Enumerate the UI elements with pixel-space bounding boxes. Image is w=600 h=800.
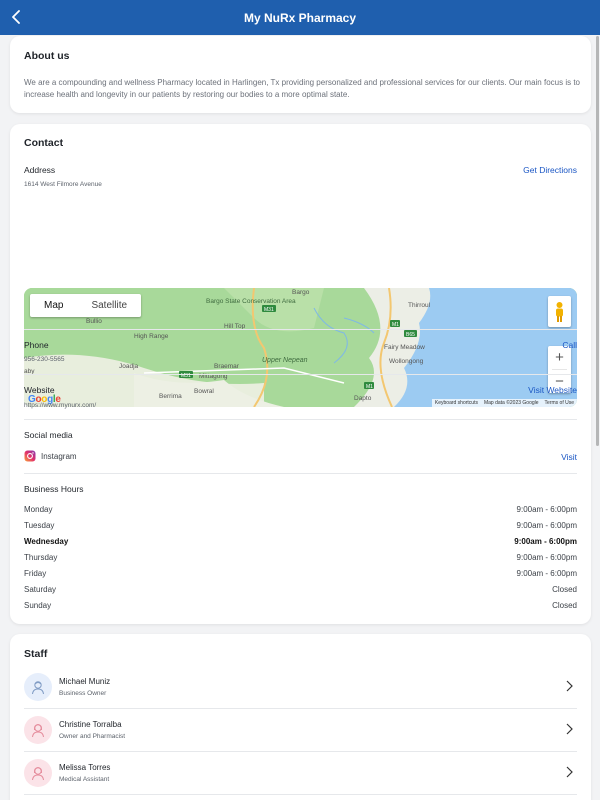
scrollbar-thumb[interactable] [596, 36, 599, 446]
map-place-label: Bargo [292, 289, 310, 296]
map-road-label: M31 [264, 307, 274, 313]
map-place-label: Dapto [354, 395, 372, 402]
map-place-label: Bullio [86, 318, 102, 325]
chevron-right-icon [566, 723, 573, 735]
hours-time: Closed [552, 601, 577, 610]
staff-name: Christine Torralba [59, 720, 122, 729]
contact-card: Contact Address Get Directions 1614 West… [10, 124, 591, 624]
map-type-toggle: Map Satellite [30, 294, 142, 317]
map-place-label: Bowral [194, 388, 214, 395]
hours-day-today: Wednesday [24, 537, 69, 546]
instagram-icon [24, 450, 36, 462]
about-card: About us We are a compounding and wellne… [10, 36, 591, 113]
staff-member-item[interactable]: Michael Muniz Business Owner [24, 668, 577, 710]
staff-name: Melissa Torres [59, 763, 111, 772]
staff-name: Michael Muniz [59, 677, 111, 686]
divider [24, 794, 577, 795]
address-label: Address [24, 165, 56, 175]
map-attribution: Keyboard shortcuts Map data ©2023 Google… [431, 399, 577, 407]
map-place-label: Joadja [119, 363, 139, 370]
back-button[interactable] [6, 7, 26, 27]
location-map[interactable]: Bargo State Conservation Area Bargo Thir… [24, 288, 577, 407]
call-link[interactable]: Call [562, 340, 577, 350]
keyboard-shortcuts-link[interactable]: Keyboard shortcuts [435, 400, 478, 406]
map-road-label: B65 [406, 332, 415, 338]
address-value: 1614 West Filmore Avenue [24, 181, 102, 188]
get-directions-link[interactable]: Get Directions [523, 165, 577, 175]
hours-day: Monday [24, 505, 53, 514]
avatar [24, 673, 52, 701]
map-tab-satellite[interactable]: Satellite [77, 294, 141, 317]
divider [24, 751, 577, 752]
map-road-label: M1 [392, 322, 399, 328]
staff-card: Staff Michael Muniz Business Owner Chris… [10, 634, 591, 800]
map-place-label: Braemar [214, 363, 240, 370]
staff-title: Staff [24, 648, 48, 660]
divider [24, 708, 577, 709]
female-user-icon [32, 723, 44, 738]
phone-label: Phone [24, 340, 49, 350]
staff-member-item[interactable]: Christine Torralba Owner and Pharmacist [24, 711, 577, 753]
hours-time: 9:00am - 6:00pm [516, 569, 577, 578]
instagram-label: Instagram [41, 451, 77, 461]
divider [24, 473, 577, 474]
chevron-right-icon [566, 766, 573, 778]
map-place-label: Fairy Meadow [384, 344, 425, 351]
about-title: About us [24, 50, 70, 62]
female-user-icon [32, 766, 44, 781]
chevron-right-icon [566, 680, 573, 692]
business-hours-label: Business Hours [24, 484, 84, 494]
hours-day: Friday [24, 569, 47, 578]
terms-link[interactable]: Terms of Use [545, 400, 574, 406]
map-data-text: Map data ©2023 Google [483, 400, 539, 406]
pegman-icon [556, 302, 563, 322]
about-text: We are a compounding and wellness Pharma… [24, 78, 580, 99]
hours-day: Thursday [24, 553, 58, 562]
website-value: https://www.mynurx.com/ [24, 402, 97, 409]
map-road-label: M1 [366, 384, 373, 390]
visit-instagram-link[interactable]: Visit [561, 452, 577, 462]
divider [24, 374, 577, 375]
hours-time: 9:00am - 6:00pm [516, 553, 577, 562]
staff-member-item[interactable]: Melissa Torres Medical Assistant [24, 754, 577, 796]
divider [24, 419, 577, 420]
map-place-label: Berrima [159, 393, 182, 400]
map-place-label: Thirroul [408, 302, 431, 309]
staff-role: Business Owner [59, 690, 107, 697]
contact-title: Contact [24, 137, 64, 149]
map-place-label: Upper Nepean [262, 357, 308, 364]
hours-time: 9:00am - 6:00pm [516, 521, 577, 530]
hours-time-today: 9:00am - 6:00pm [514, 537, 577, 546]
avatar [24, 759, 52, 787]
divider [24, 329, 577, 330]
page-title: My NuRx Pharmacy [243, 10, 357, 25]
map-place-label: Bargo State Conservation Area [206, 298, 296, 305]
hours-day: Sunday [24, 601, 52, 610]
social-media-label: Social media [24, 430, 73, 440]
street-view-button[interactable] [548, 296, 571, 327]
map-place-label: High Range [134, 333, 169, 340]
hours-time: Closed [552, 585, 577, 594]
visit-website-link[interactable]: Visit Website [528, 385, 577, 395]
chevron-left-icon [12, 10, 20, 24]
staff-role: Owner and Pharmacist [59, 733, 126, 740]
male-user-icon [32, 681, 44, 695]
hours-day: Tuesday [24, 521, 55, 530]
top-app-bar: My NuRx Pharmacy [0, 0, 600, 35]
staff-role: Medical Assistant [59, 776, 110, 783]
avatar [24, 716, 52, 744]
hours-time: 9:00am - 6:00pm [516, 505, 577, 514]
phone-value: 956-230-5565 [24, 356, 65, 363]
instagram-row: Instagram [24, 450, 77, 462]
website-label: Website [24, 385, 55, 395]
map-tab-map[interactable]: Map [30, 294, 77, 317]
map-place-label: Wollongong [389, 358, 424, 365]
hours-day: Saturday [24, 585, 57, 594]
